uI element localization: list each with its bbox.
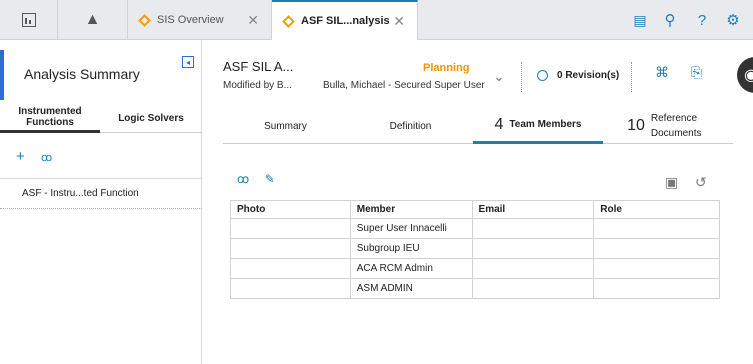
diamond-icon (138, 13, 151, 27)
search-icon: ⚲ (664, 12, 676, 29)
team-members-table: Photo Member Email Role Super User Innac… (230, 200, 720, 299)
pyramid-button[interactable]: ▲ (58, 0, 128, 40)
page-title: ASF SIL A... (223, 59, 294, 74)
table-row[interactable]: ASM ADMIN (230, 278, 720, 299)
tab-label: Logic Solvers (118, 112, 184, 124)
sidebar-toolbar: + ꝏ (16, 148, 52, 165)
table-cell (593, 278, 720, 299)
undo-icon[interactable]: ↺ (695, 174, 707, 191)
sidebar-title: Analysis Summary (24, 66, 140, 82)
tab-label: SIS Overview (157, 14, 224, 26)
tab-count: 10 (627, 117, 645, 134)
settings-button[interactable]: ⚙ (718, 0, 748, 40)
tab-logic-solvers[interactable]: Logic Solvers (100, 103, 202, 133)
tab-summary[interactable]: Summary (223, 108, 348, 144)
diamond-icon (282, 14, 295, 28)
revisions-label: 0 Revision(s) (557, 70, 620, 81)
tab-sis-overview[interactable]: SIS Overview ✕ (128, 0, 272, 40)
state-label[interactable]: Planning (423, 62, 469, 74)
list-item[interactable]: ASF - Instru...ted Function (0, 179, 202, 208)
tab-asf-sil-analysis[interactable]: ASF SIL...nalysis ✕ (272, 0, 418, 40)
main-content: ASF SIL A... Modified by B... Planning B… (203, 40, 753, 364)
column-header[interactable]: Member (349, 200, 473, 219)
table-cell (230, 278, 351, 299)
table-cell (471, 218, 595, 239)
tab-label: Definition (389, 120, 432, 132)
divider (521, 62, 522, 92)
tab-team-members[interactable]: 4 Team Members (473, 108, 603, 144)
tab-definition[interactable]: Definition (348, 108, 473, 144)
collapse-icon[interactable]: ◂ (182, 56, 194, 68)
copy-icon[interactable]: ⎘ (691, 64, 702, 81)
add-icon[interactable]: + (16, 148, 25, 165)
table-row[interactable]: ACA RCM Admin (230, 258, 720, 279)
list-item-label: ASF - Instru...ted Function (22, 188, 139, 199)
close-icon[interactable]: ✕ (247, 12, 259, 29)
settings-icon: ⚙ (726, 12, 740, 29)
tab-label: Team Members (509, 119, 582, 130)
report-icon: ▤ (633, 11, 647, 28)
dashboard-icon (21, 13, 36, 27)
tab-label: Reference Documents (650, 113, 702, 139)
tab-label: Instrumented Functions (18, 105, 82, 128)
tab-label: ASF SIL...nalysis (301, 15, 390, 27)
table-row[interactable]: Subgroup IEU (230, 238, 720, 259)
column-header[interactable]: Email (471, 200, 595, 219)
table-cell: ASM ADMIN (349, 278, 473, 299)
column-header[interactable]: Photo (230, 200, 351, 219)
table-cell: ACA RCM Admin (349, 258, 473, 279)
search-button[interactable]: ⚲ (658, 0, 682, 40)
close-icon[interactable]: ✕ (393, 13, 405, 30)
edit-icon[interactable]: ✎ (265, 172, 275, 186)
tab-reference-documents[interactable]: 10 Reference Documents (605, 108, 733, 144)
pyramid-icon: ▲ (84, 11, 101, 28)
table-row[interactable]: Super User Innacelli (230, 218, 720, 239)
table-cell (230, 258, 351, 279)
table-cell: Subgroup IEU (349, 238, 473, 259)
binoculars-icon[interactable]: ꝏ (41, 152, 52, 164)
grid-toolbar: ꝏ ✎ (237, 172, 275, 186)
table-cell (230, 218, 351, 239)
table-cell (471, 238, 595, 259)
content-tabs: Summary Definition 4 Team Members 10 Ref… (223, 108, 733, 144)
modified-by: Modified by B... (223, 80, 292, 91)
help-icon: ? (697, 11, 707, 29)
state-user: Bulla, Michael - Secured Super User (323, 80, 485, 91)
help-button[interactable]: ? (690, 0, 714, 40)
dashboard-button[interactable] (0, 0, 58, 40)
tab-count: 4 (494, 115, 504, 133)
table-cell: Super User Innacelli (349, 218, 473, 239)
report-button[interactable]: ▤ (628, 0, 652, 40)
sidebar: Analysis Summary ◂ Instrumented Function… (0, 40, 202, 364)
binoculars-icon[interactable]: ꝏ (237, 172, 249, 186)
export-icon[interactable]: ⌘ (655, 64, 669, 81)
table-cell (593, 218, 720, 239)
save-icon[interactable]: ▣ (665, 174, 678, 191)
table-header-row: Photo Member Email Role (230, 200, 720, 219)
revisions-button[interactable]: 0 Revision(s) (537, 70, 619, 81)
sidebar-tabs: Instrumented Functions Logic Solvers (0, 103, 202, 133)
top-bar: ▲ SIS Overview ✕ ASF SIL...nalysis ✕ ▤ ⚲… (0, 0, 753, 40)
eye-icon: ◉ (744, 67, 753, 84)
table-cell (230, 238, 351, 259)
chevron-down-icon[interactable]: ⌄ (493, 68, 505, 85)
table-cell (471, 278, 595, 299)
column-header[interactable]: Role (593, 200, 720, 219)
divider (631, 62, 632, 92)
tab-instrumented-functions[interactable]: Instrumented Functions (0, 103, 100, 133)
table-cell (593, 258, 720, 279)
table-cell (471, 258, 595, 279)
revision-icon (537, 70, 548, 81)
sidebar-list: ASF - Instru...ted Function (0, 178, 202, 209)
sidebar-header: Analysis Summary ◂ (0, 50, 202, 100)
tab-label: Summary (264, 120, 307, 132)
table-cell (593, 238, 720, 259)
